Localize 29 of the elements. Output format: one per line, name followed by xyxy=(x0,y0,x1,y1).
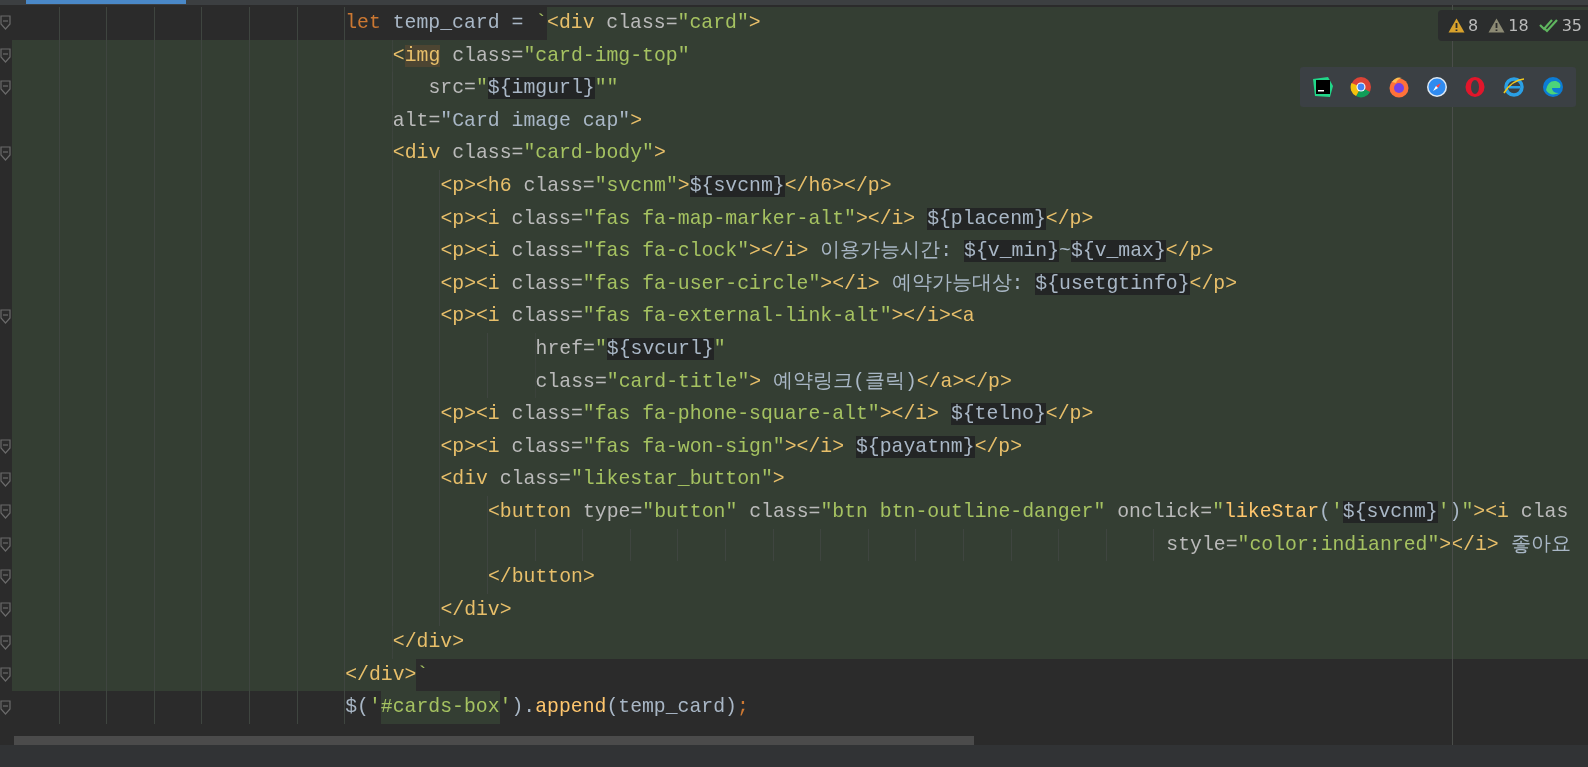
fold-icon[interactable] xyxy=(0,667,11,684)
fold-icon[interactable] xyxy=(0,47,11,64)
fold-icon[interactable] xyxy=(0,602,11,618)
fold-icon[interactable] xyxy=(0,15,11,32)
fold-icon[interactable] xyxy=(0,504,11,521)
ide-icon[interactable] xyxy=(1312,76,1334,98)
fold-icon[interactable] xyxy=(0,471,11,488)
wave-icon[interactable] xyxy=(1542,76,1564,98)
inspection-count: 18 xyxy=(1508,16,1529,35)
inspection-count: 8 xyxy=(1468,16,1479,35)
fold-icon[interactable] xyxy=(0,145,11,162)
compass-icon[interactable] xyxy=(1426,76,1448,98)
chrome-icon[interactable] xyxy=(1350,76,1372,98)
warning-icon xyxy=(1448,18,1466,33)
globe-icon[interactable] xyxy=(1502,76,1526,98)
scrollbar-thumb[interactable] xyxy=(14,735,974,745)
warning-icon xyxy=(1488,18,1506,33)
fox-icon[interactable] xyxy=(1388,76,1410,98)
fold-icon[interactable] xyxy=(0,569,11,586)
inspection-widget[interactable]: 8 18 35 xyxy=(1438,10,1588,41)
fold-icon[interactable] xyxy=(0,80,11,97)
ring-icon[interactable] xyxy=(1464,76,1486,98)
inspection-count: 35 xyxy=(1561,16,1582,35)
fold-icon[interactable] xyxy=(0,699,11,716)
fold-icon[interactable] xyxy=(0,536,11,553)
fold-icon[interactable] xyxy=(0,634,11,651)
fold-icon[interactable] xyxy=(0,308,11,325)
double-check-icon xyxy=(1538,18,1559,33)
fold-icon[interactable] xyxy=(0,439,11,455)
